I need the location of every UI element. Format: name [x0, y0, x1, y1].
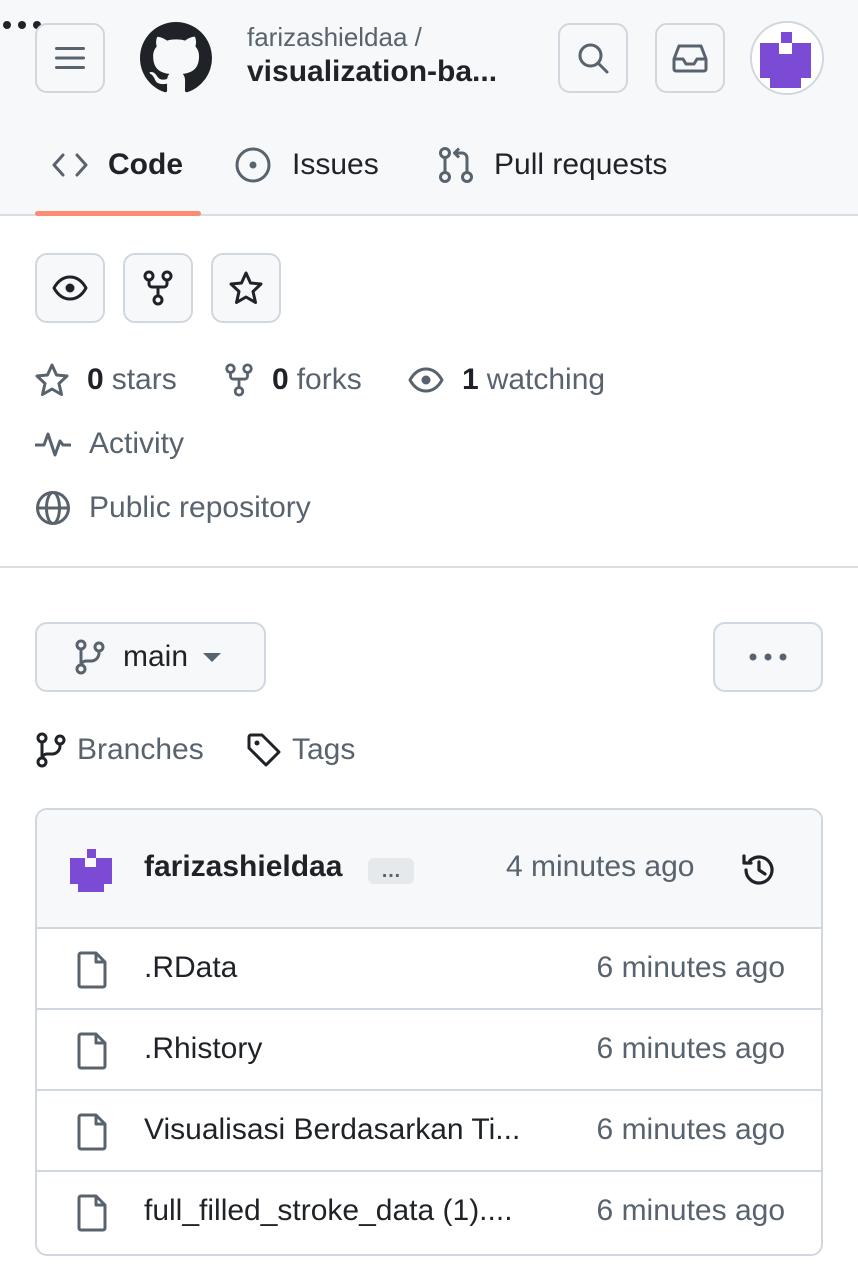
tags-link[interactable]: Tags [246, 730, 355, 770]
github-logo-icon[interactable] [140, 22, 212, 94]
star-button[interactable] [211, 253, 281, 323]
watching-label: watching [486, 363, 606, 396]
code-more-options-button[interactable] [713, 622, 823, 692]
watching-stat[interactable]: 1 watching [408, 360, 605, 400]
eye-icon [52, 275, 88, 301]
branch-name: main [123, 640, 189, 673]
watching-count: 1 [462, 363, 479, 396]
branches-link[interactable]: Branches [35, 730, 204, 770]
visibility-label: Public repository [35, 488, 311, 528]
inbox-icon [672, 44, 708, 73]
star-icon [229, 271, 263, 304]
user-avatar[interactable] [750, 21, 824, 95]
commit-time: 4 minutes ago [506, 850, 695, 883]
file-name[interactable]: .Rhistory [144, 1032, 544, 1066]
tags-label: Tags [292, 733, 356, 766]
stars-label: stars [111, 363, 177, 396]
menu-button[interactable] [35, 23, 105, 93]
file-browser: farizashieldaa … 4 minutes ago .RData 6 … [35, 808, 823, 1256]
file-time: 6 minutes ago [596, 1194, 785, 1227]
commit-author-name[interactable]: farizashieldaa [144, 850, 342, 884]
file-time: 6 minutes ago [596, 1113, 785, 1146]
file-time: 6 minutes ago [596, 951, 785, 984]
git-pull-request-icon [438, 146, 474, 184]
pulse-icon [35, 429, 71, 459]
file-row[interactable]: .Rhistory 6 minutes ago [37, 1010, 821, 1091]
activity-link[interactable]: Activity [35, 424, 184, 464]
latest-commit-row: farizashieldaa … 4 minutes ago [37, 810, 821, 929]
forks-count: 0 [272, 363, 289, 396]
history-icon[interactable] [740, 851, 778, 889]
hamburger-icon [55, 47, 85, 69]
forks-stat[interactable]: 0 forks [224, 360, 362, 400]
globe-icon [35, 490, 71, 526]
tab-code[interactable]: Code [52, 140, 183, 190]
commit-message-expand-button[interactable]: … [368, 858, 414, 884]
commit-ellipsis-label: … [381, 860, 401, 882]
eye-icon [408, 367, 444, 393]
activity-label: Activity [89, 427, 185, 460]
issue-opened-icon [234, 146, 272, 184]
file-icon [75, 1113, 109, 1151]
file-name[interactable]: .RData [144, 951, 544, 985]
section-divider [0, 566, 858, 568]
file-row[interactable]: full_filled_stroke_data (1).... 6 minute… [37, 1172, 821, 1253]
repo-forked-icon [143, 270, 173, 306]
repo-owner-link[interactable]: farizashieldaa / [247, 22, 422, 53]
triangle-down-icon [202, 651, 222, 663]
file-row[interactable]: .RData 6 minutes ago [37, 929, 821, 1010]
file-icon [75, 1032, 109, 1070]
file-time: 6 minutes ago [596, 1032, 785, 1065]
git-branch-icon [75, 639, 105, 675]
tag-icon [246, 732, 282, 768]
repo-header: farizashieldaa / visualization-ba... Cod… [0, 0, 858, 216]
selected-tab-indicator [35, 211, 201, 216]
tab-issues-label: Issues [292, 148, 379, 181]
tab-issues[interactable]: Issues [234, 140, 379, 190]
search-button[interactable] [558, 23, 628, 93]
branches-label: Branches [77, 733, 204, 766]
inbox-button[interactable] [655, 23, 725, 93]
star-icon [35, 363, 69, 397]
repo-forked-icon [224, 363, 254, 397]
file-icon [75, 1194, 109, 1232]
kebab-horizontal-icon [749, 653, 787, 661]
forks-label: forks [296, 363, 362, 396]
stars-stat[interactable]: 0 stars [35, 360, 177, 400]
tab-pull-requests[interactable]: Pull requests [438, 140, 667, 190]
file-name[interactable]: Visualisasi Berdasarkan Ti... [144, 1113, 544, 1147]
commit-author-avatar[interactable] [68, 847, 114, 893]
fork-button[interactable] [123, 253, 193, 323]
code-icon [52, 152, 88, 178]
tab-code-label: Code [108, 148, 183, 181]
search-icon [578, 43, 609, 74]
git-branch-icon [35, 732, 67, 768]
stars-count: 0 [87, 363, 104, 396]
file-name[interactable]: full_filled_stroke_data (1).... [144, 1194, 544, 1228]
repo-name-link[interactable]: visualization-ba... [247, 55, 497, 89]
visibility-text: Public repository [89, 491, 311, 524]
tab-pull-requests-label: Pull requests [494, 148, 668, 181]
file-icon [75, 951, 109, 989]
watch-button[interactable] [35, 253, 105, 323]
file-row[interactable]: Visualisasi Berdasarkan Ti... 6 minutes … [37, 1091, 821, 1172]
branch-selector[interactable]: main [35, 622, 266, 692]
